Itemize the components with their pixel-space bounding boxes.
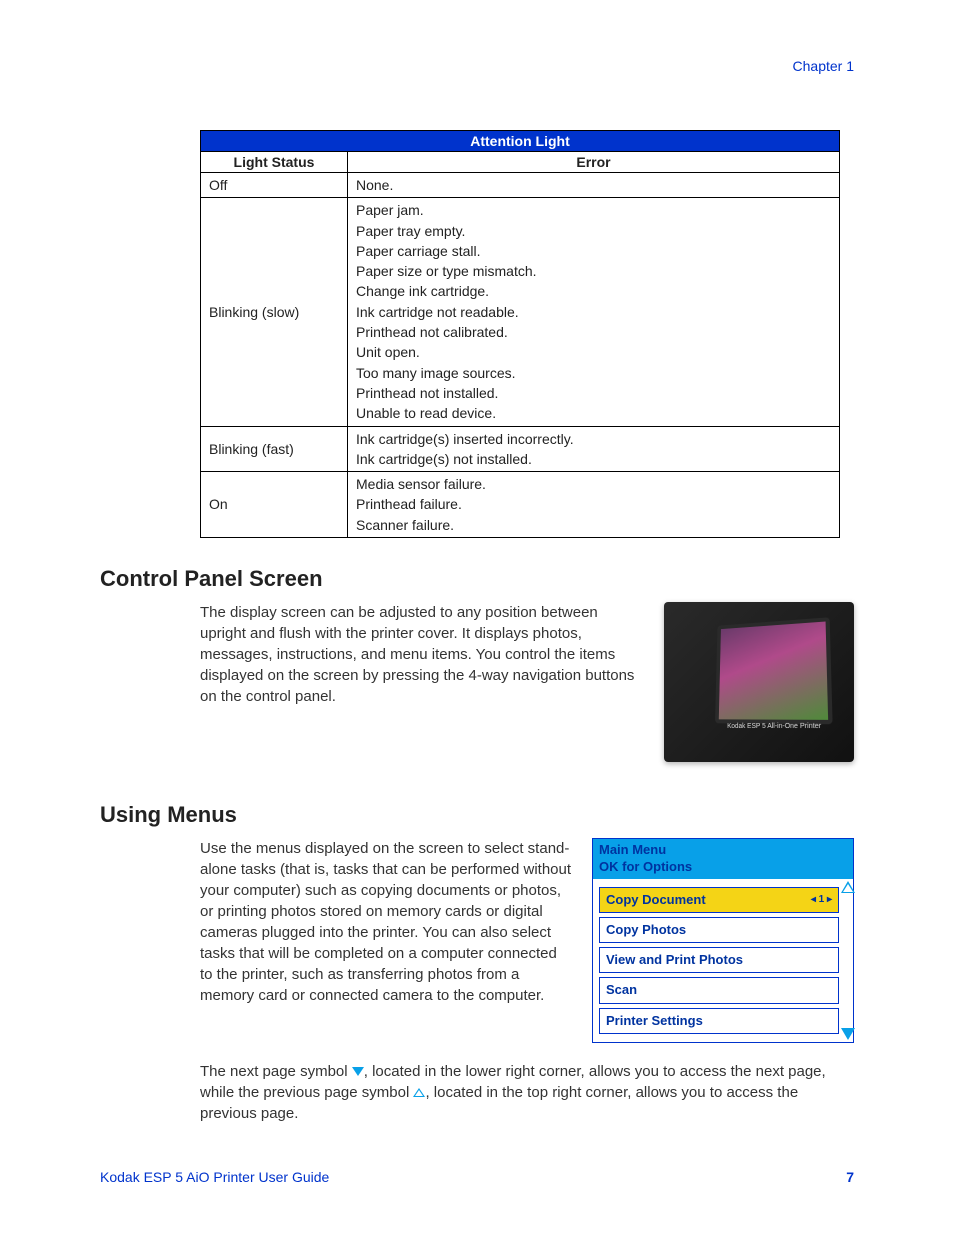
menu-item[interactable]: Printer Settings [599,1008,839,1034]
table-title: Attention Light [201,131,840,152]
table-error-cell: None. [348,173,840,198]
using-menus-body-1: Use the menus displayed on the screen to… [200,838,572,1006]
table-status-cell: Off [201,173,348,198]
menu-item[interactable]: Scan [599,977,839,1003]
menu-title-line2: OK for Options [599,859,847,876]
table-status-cell: Blinking (fast) [201,426,348,472]
previous-page-icon[interactable] [841,881,855,893]
control-panel-body: The display screen can be adjusted to an… [200,602,644,707]
table-status-cell: On [201,472,348,538]
previous-page-symbol-icon [413,1088,425,1097]
menu-header: Main Menu OK for Options [593,839,853,879]
main-menu-panel: Main Menu OK for Options Copy Document◂ … [592,838,854,1043]
using-menus-body-2: The next page symbol , located in the lo… [200,1061,854,1124]
menu-item[interactable]: Copy Photos [599,917,839,943]
menu-item[interactable]: View and Print Photos [599,947,839,973]
next-page-symbol-icon [352,1067,364,1076]
table-error-cell: Ink cartridge(s) inserted incorrectly.In… [348,426,840,472]
table-status-cell: Blinking (slow) [201,198,348,426]
menu-item[interactable]: Copy Document◂ 1 ▸ [599,887,839,913]
footer-page-number: 7 [846,1169,854,1185]
menu-item-indicator: ◂ 1 ▸ [811,893,832,907]
footer-guide-title: Kodak ESP 5 AiO Printer User Guide [100,1169,329,1185]
printer-photo-label: Kodak ESP 5 All-in-One Printer [727,722,821,732]
printer-display-photo: Kodak ESP 5 All-in-One Printer [664,602,854,762]
next-page-icon[interactable] [841,1028,855,1040]
col-error: Error [348,152,840,173]
heading-control-panel-screen: Control Panel Screen [100,566,854,592]
attention-light-table: Attention Light Light Status Error OffNo… [200,130,840,538]
document-page: Chapter 1 Attention Light Light Status E… [0,0,954,1235]
page-footer: Kodak ESP 5 AiO Printer User Guide 7 [100,1169,854,1185]
table-error-cell: Media sensor failure.Printhead failure.S… [348,472,840,538]
heading-using-menus: Using Menus [100,802,854,828]
menu-title-line1: Main Menu [599,842,847,859]
table-error-cell: Paper jam.Paper tray empty.Paper carriag… [348,198,840,426]
chapter-link[interactable]: Chapter 1 [793,58,854,74]
col-light-status: Light Status [201,152,348,173]
